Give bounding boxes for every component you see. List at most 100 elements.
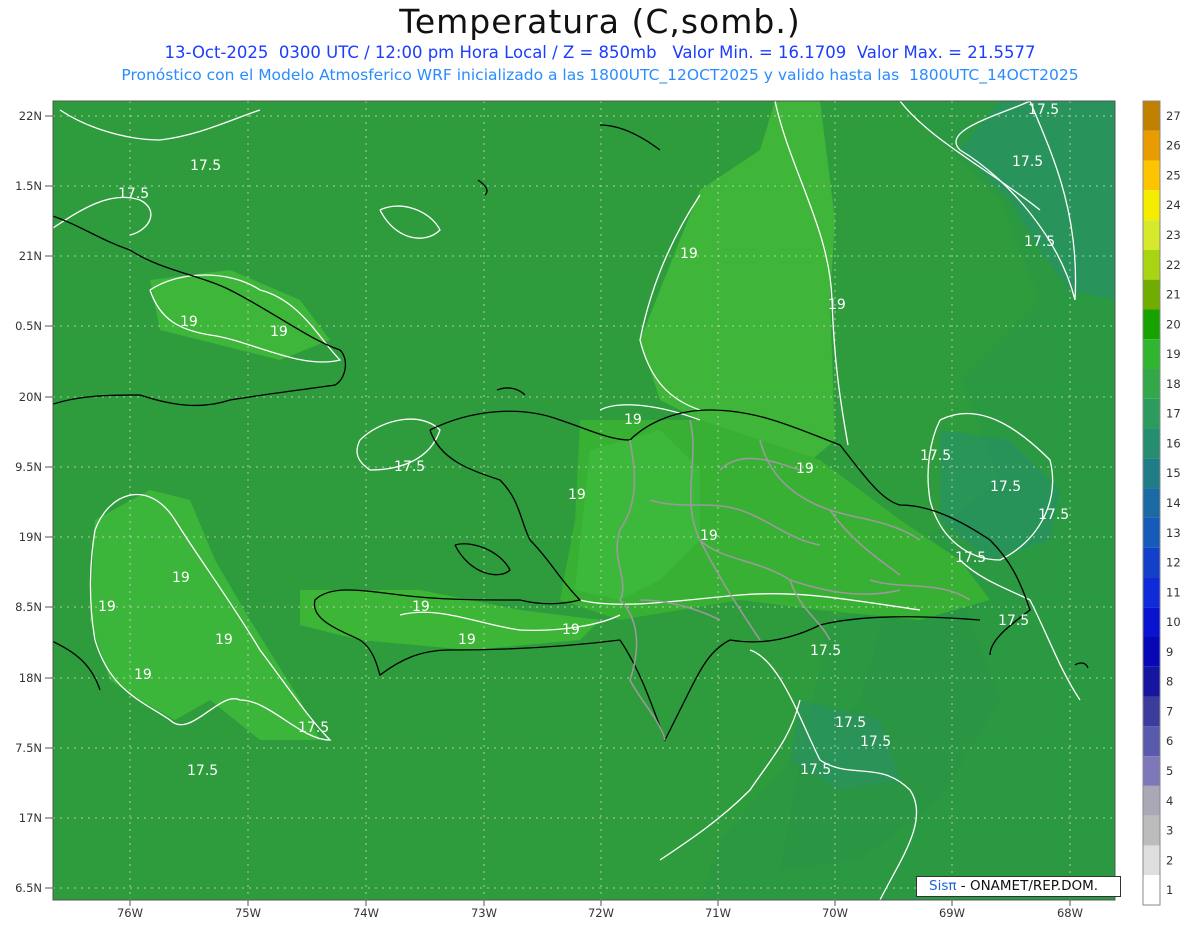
contour-label: 19 (624, 412, 642, 428)
contour-label: 19 (796, 461, 814, 477)
contour-label: 17.5 (860, 734, 891, 750)
colorbar-label: 17 (1166, 407, 1181, 421)
contour-label: 19 (98, 599, 116, 615)
contour-label: 17.5 (118, 186, 149, 202)
lat-tick: 18N (19, 671, 42, 685)
contour-label: 19 (828, 297, 846, 313)
contour-label: 19 (562, 622, 580, 638)
colorbar-label: 1 (1166, 883, 1173, 897)
colorbar-label: 5 (1166, 764, 1173, 778)
contour-label: 19 (568, 487, 586, 503)
contour-label: 19 (680, 246, 698, 262)
colorbar-swatch (1143, 398, 1160, 429)
lat-tick: 19N (19, 530, 42, 544)
colorbar-swatch (1143, 756, 1160, 786)
colorbar-swatch (1143, 607, 1160, 637)
colorbar-swatch (1143, 369, 1160, 399)
colorbar-swatch (1143, 309, 1160, 340)
contour-label: 17.5 (298, 720, 329, 736)
lon-tick: 74W (353, 906, 379, 920)
lon-tick: 68W (1057, 906, 1083, 920)
colorbar-label: 10 (1166, 615, 1181, 629)
contour-label: 19 (215, 632, 233, 648)
colorbar-swatch (1143, 160, 1160, 191)
lat-tick: 17N (19, 811, 42, 825)
lat-tick: 9.5N (15, 460, 42, 474)
lon-axis: 76W 75W 74W 73W 72W 71W 70W 69W 68W (117, 906, 1083, 920)
colorbar-swatch (1143, 220, 1160, 250)
credit-text: - ONAMET/REP.DOM. (956, 878, 1099, 894)
colorbar-label: 20 (1166, 317, 1181, 331)
colorbar-label: 21 (1166, 288, 1181, 302)
lon-tick: 76W (117, 906, 143, 920)
colorbar-swatch (1143, 815, 1160, 846)
colorbar-label: 6 (1166, 734, 1173, 748)
colorbar-label: 18 (1166, 377, 1181, 391)
contour-label: 17.5 (187, 763, 218, 779)
lat-tick-marks (45, 115, 53, 889)
contour-label: 19 (458, 632, 476, 648)
lon-tick: 71W (705, 906, 731, 920)
colorbar-swatch (1143, 428, 1160, 459)
colorbar-label: 25 (1166, 168, 1181, 182)
colorbar-label: 4 (1166, 794, 1173, 808)
colorbar-label: 26 (1166, 139, 1181, 153)
lat-tick: 21N (19, 249, 42, 263)
colorbar-swatch (1143, 547, 1160, 578)
lat-tick: 6.5N (15, 881, 42, 895)
colorbar-label: 14 (1166, 496, 1181, 510)
lon-tick: 69W (939, 906, 965, 920)
colorbar-swatch (1143, 458, 1160, 489)
contour-label: 17.5 (990, 479, 1021, 495)
colorbar-swatch (1143, 845, 1160, 876)
lon-tick: 70W (822, 906, 848, 920)
colorbar-swatch (1143, 339, 1160, 369)
colorbar-swatch (1143, 488, 1160, 518)
contour-label: 19 (172, 570, 190, 586)
lat-tick: 0.5N (15, 319, 42, 333)
colorbar-swatch (1143, 637, 1160, 667)
contour-label: 17.5 (1024, 234, 1055, 250)
contour-label: 17.5 (394, 459, 425, 475)
contour-label: 17.5 (998, 613, 1029, 629)
contour-label: 17.5 (955, 550, 986, 566)
contour-label: 19 (134, 667, 152, 683)
contour-label: 17.5 (810, 643, 841, 659)
contour-label: 17.5 (1038, 507, 1069, 523)
colorbar-label: 15 (1166, 466, 1181, 480)
contour-label: 17.5 (920, 448, 951, 464)
colorbar-swatch (1143, 517, 1160, 548)
contour-label: 17.5 (835, 715, 866, 731)
colorbar-label: 22 (1166, 258, 1181, 272)
colorbar-label: 3 (1166, 824, 1173, 838)
colorbar-label: 27 (1166, 109, 1181, 123)
lat-tick: 1.5N (15, 179, 42, 193)
lon-tick: 73W (471, 906, 497, 920)
contour-label: 17.5 (800, 762, 831, 778)
contour-label: 17.5 (1028, 102, 1059, 118)
contour-label: 19 (412, 599, 430, 615)
credit-box: Sisπ - ONAMET/REP.DOM. (916, 876, 1121, 897)
temperature-map: 17.5 17.5 19 19 19 19 19 19 19 19 19 19 … (15, 100, 1181, 920)
colorbar-label: 8 (1166, 675, 1173, 689)
colorbar-label: 19 (1166, 347, 1181, 361)
colorbar-swatch (1143, 279, 1160, 310)
colorbar-label: 7 (1166, 704, 1173, 718)
colorbar-label: 16 (1166, 436, 1181, 450)
colorbar-swatch (1143, 726, 1160, 757)
colorbar-label: 23 (1166, 228, 1181, 242)
colorbar-swatch (1143, 785, 1160, 816)
lat-tick: 20N (19, 390, 42, 404)
colorbar-label: 24 (1166, 198, 1181, 212)
colorbar-swatch (1143, 249, 1160, 280)
contour-label: 19 (270, 324, 288, 340)
lat-tick: 8.5N (15, 600, 42, 614)
colorbar: 2726252423222120191817161514131211109876… (1142, 100, 1181, 906)
lat-tick: 7.5N (15, 741, 42, 755)
colorbar-swatch (1143, 666, 1160, 697)
colorbar-label: 2 (1166, 853, 1173, 867)
lat-tick: 22N (19, 109, 42, 123)
colorbar-swatch (1143, 130, 1160, 161)
sispi-logo-text: Sisπ (929, 878, 957, 894)
contour-label: 17.5 (1012, 154, 1043, 170)
